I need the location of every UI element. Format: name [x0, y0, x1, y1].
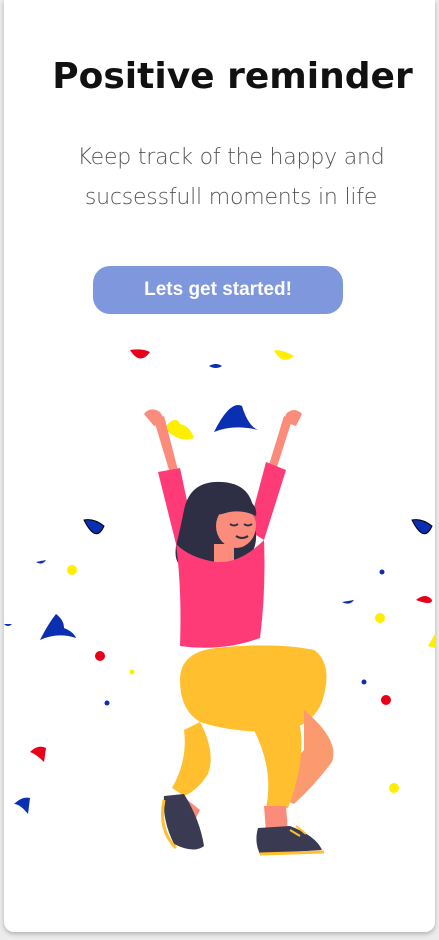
onboarding-card: Positive reminder Keep track of the happ… [4, 0, 435, 932]
woman-figure [144, 409, 334, 856]
page-title: Positive reminder [52, 56, 413, 97]
celebrating-woman-illustration [4, 349, 435, 856]
page-subtitle: Keep track of the happy and sucsessfull … [77, 145, 385, 210]
get-started-button[interactable]: Lets get started! [93, 266, 343, 314]
